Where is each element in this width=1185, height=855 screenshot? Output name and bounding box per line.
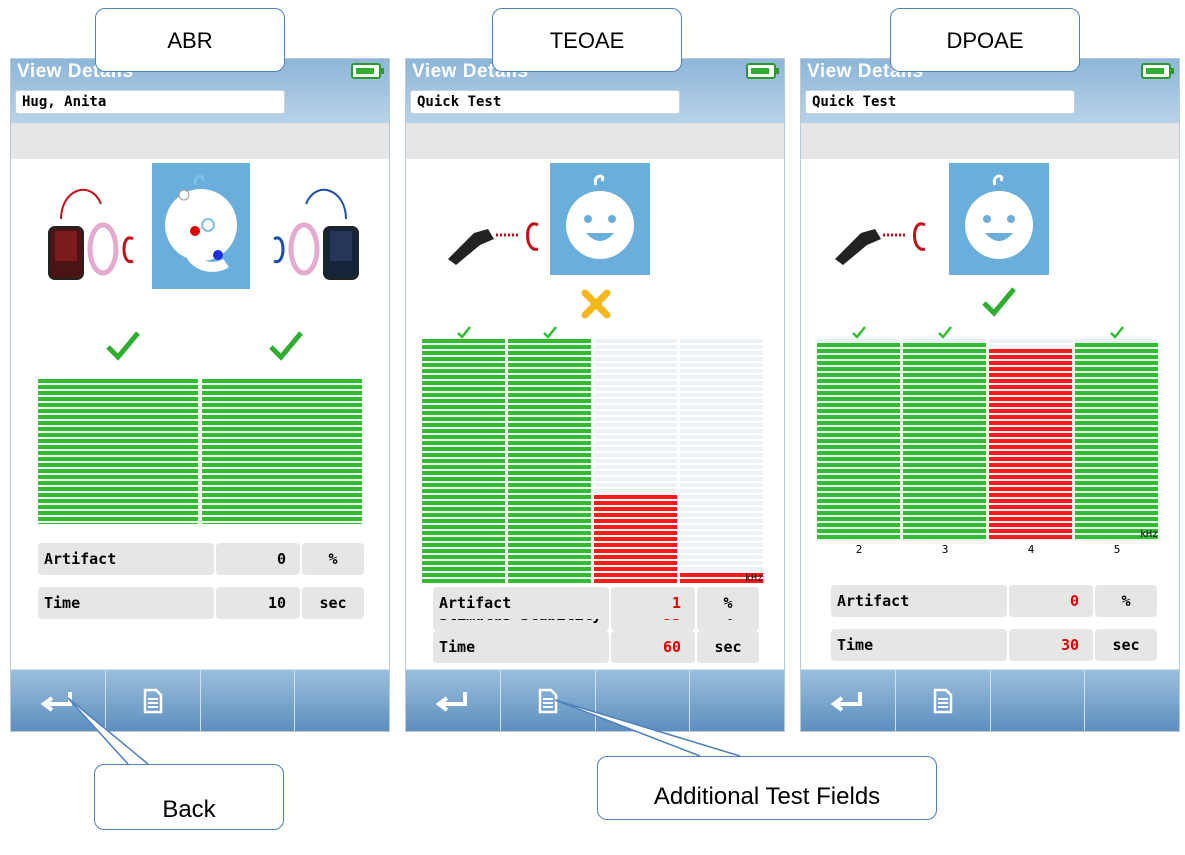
tick-label: 4 (1028, 543, 1035, 555)
abr-result-bars (38, 379, 362, 524)
teoae-screen: View Details Quick Test 1.4122.834.00kHz… (405, 58, 785, 732)
bottom-toolbar (11, 669, 389, 731)
abr-content: Artifact 0 % Time 10 sec (11, 159, 389, 669)
result-row: Artifact 0 % (831, 585, 1159, 617)
band-pass-check-icon (457, 326, 471, 339)
document-icon (933, 688, 952, 713)
baby-face-icon (550, 163, 650, 275)
bottom-toolbar (406, 669, 784, 731)
result-label: Time (831, 629, 1007, 661)
return-arrow-icon (40, 691, 72, 712)
right-ear-probe-icon (273, 188, 359, 280)
result-row: Time 30 sec (831, 629, 1159, 661)
document-button[interactable] (500, 669, 596, 731)
result-label: Time (38, 587, 214, 619)
baby-face-icon (949, 163, 1049, 275)
battery-icon (351, 63, 384, 79)
result-row: Artifact 1 % (433, 587, 761, 619)
band-pass-check-icon (543, 326, 557, 339)
result-value: 1 (611, 587, 695, 619)
status-bar (801, 123, 1179, 159)
result-value: 30 (1009, 629, 1093, 661)
toolbar-empty-button[interactable] (990, 669, 1086, 731)
dpoae-content: 2 3 4 5 kHz Artifact 0 % Time 30 sec (801, 159, 1179, 669)
pass-check-icon (982, 287, 1016, 317)
result-unit: sec (302, 587, 364, 619)
tick-label: 5 (1114, 543, 1121, 555)
tick-label: 3 (942, 543, 949, 555)
axis-unit-label: kHz (745, 573, 763, 584)
back-button[interactable] (11, 669, 106, 731)
result-row: Artifact 0 % (38, 543, 366, 575)
battery-icon (1141, 63, 1174, 79)
abr-pass-bar (38, 379, 198, 524)
patient-name-field[interactable]: Quick Test (805, 90, 1075, 114)
result-value: 10 (216, 587, 300, 619)
result-label: Time (433, 631, 609, 663)
battery-icon (746, 63, 779, 79)
ear-probe-icon (835, 222, 926, 265)
result-unit: sec (697, 631, 759, 663)
toolbar-empty-button[interactable] (200, 669, 296, 731)
status-bar (11, 123, 389, 159)
baby-head-abr-icon (152, 163, 250, 289)
toolbar-empty-button[interactable] (690, 669, 784, 731)
result-value: 0 (1009, 585, 1093, 617)
teoae-callout: TEOAE (492, 8, 682, 72)
abr-callout: ABR (95, 8, 285, 72)
return-arrow-icon (830, 691, 862, 712)
bar (508, 339, 591, 583)
back-button[interactable] (801, 669, 896, 731)
status-bar (406, 123, 784, 159)
teoae-bar-chart: 1.4122.834.00kHz (422, 326, 763, 597)
result-value: 60 (611, 631, 695, 663)
abr-pass-bar (202, 379, 362, 524)
toolbar-empty-button[interactable] (295, 669, 389, 731)
left-ear-probe-icon (48, 188, 134, 280)
band-pass-check-icon (852, 326, 866, 339)
return-arrow-icon (435, 691, 467, 712)
result-label: Artifact (433, 587, 609, 619)
document-icon (143, 688, 162, 713)
dpoae-bar-chart: 2 3 4 5 kHz (817, 326, 1158, 555)
bar-background (680, 339, 763, 583)
back-callout: Back (94, 764, 284, 830)
result-unit: % (1095, 585, 1157, 617)
dpoae-callout: DPOAE (890, 8, 1080, 72)
band-pass-check-icon (938, 326, 952, 339)
bar (422, 339, 505, 583)
result-row: Time 10 sec (38, 587, 366, 619)
result-value: 0 (216, 543, 300, 575)
ear-probe-icon (448, 222, 539, 265)
refer-cross-icon (581, 289, 611, 319)
left-pass-check-icon (106, 331, 140, 361)
additional-fields-callout: Additional Test Fields (597, 756, 937, 820)
result-unit: % (302, 543, 364, 575)
band-pass-check-icon (1110, 326, 1124, 339)
right-pass-check-icon (269, 331, 303, 361)
bar (594, 495, 677, 583)
patient-name-field[interactable]: Hug, Anita (15, 90, 285, 114)
dpoae-screen: View Details Quick Test 2 3 4 5 kHz Artifact… (800, 58, 1180, 732)
result-row: Time 60 sec (433, 631, 761, 663)
document-icon (538, 688, 557, 713)
back-button[interactable] (406, 669, 501, 731)
result-unit: sec (1095, 629, 1157, 661)
document-button[interactable] (105, 669, 201, 731)
result-label: Artifact (831, 585, 1007, 617)
toolbar-empty-button[interactable] (1085, 669, 1179, 731)
toolbar-empty-button[interactable] (595, 669, 691, 731)
result-label: Artifact (38, 543, 214, 575)
patient-name-field[interactable]: Quick Test (410, 90, 680, 114)
document-button[interactable] (895, 669, 991, 731)
tick-label: 2 (856, 543, 863, 555)
abr-screen: View Details Hug, Anita Artifact 0 % Tim… (10, 58, 390, 732)
result-unit: % (697, 587, 759, 619)
bottom-toolbar (801, 669, 1179, 731)
axis-unit-label: kHz (1140, 529, 1158, 540)
